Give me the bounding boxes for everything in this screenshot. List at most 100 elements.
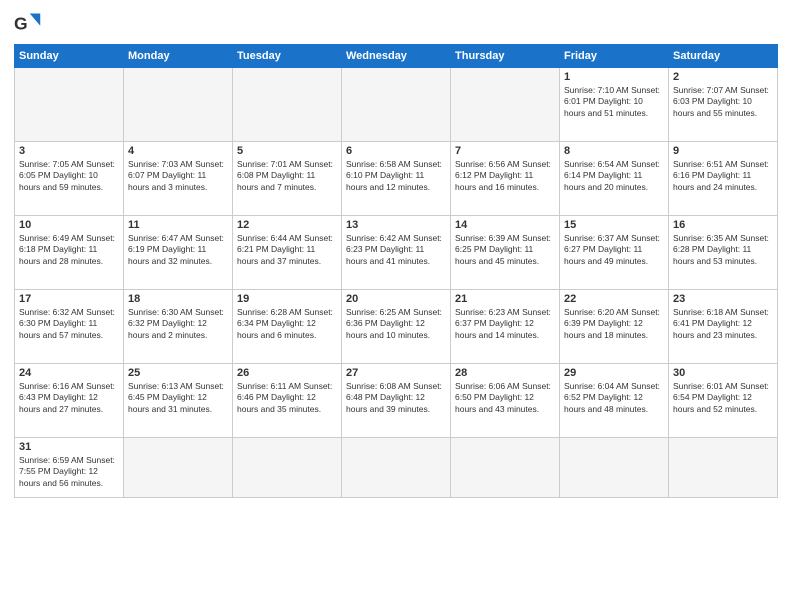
day-number: 7 — [455, 145, 555, 157]
calendar-cell: 3 Sunrise: 7:05 AM Sunset: 6:05 PM Daylig… — [15, 142, 124, 216]
day-number: 3 — [19, 145, 119, 157]
day-info: Sunrise: 6:51 AM Sunset: 6:16 PM Dayligh… — [673, 159, 773, 193]
day-number: 27 — [346, 367, 446, 379]
day-number: 22 — [564, 293, 664, 305]
calendar-cell: 31 Sunrise: 6:59 AM Sunset: 7:55 PM Dayli… — [15, 438, 124, 498]
day-info: Sunrise: 7:01 AM Sunset: 6:08 PM Dayligh… — [237, 159, 337, 193]
day-number: 20 — [346, 293, 446, 305]
day-info: Sunrise: 7:05 AM Sunset: 6:05 PM Dayligh… — [19, 159, 119, 193]
calendar-cell: 25 Sunrise: 6:13 AM Sunset: 6:45 PM Dayli… — [124, 364, 233, 438]
calendar-cell: 30 Sunrise: 6:01 AM Sunset: 6:54 PM Dayli… — [669, 364, 778, 438]
day-info: Sunrise: 6:37 AM Sunset: 6:27 PM Dayligh… — [564, 233, 664, 267]
col-header-friday: Friday — [560, 45, 669, 68]
calendar-cell: 2Sunrise: 7:07 AM Sunset: 6:03 PM Daylig… — [669, 68, 778, 142]
calendar-cell — [451, 438, 560, 498]
day-info: Sunrise: 7:03 AM Sunset: 6:07 PM Dayligh… — [128, 159, 228, 193]
day-info: Sunrise: 6:35 AM Sunset: 6:28 PM Dayligh… — [673, 233, 773, 267]
col-header-thursday: Thursday — [451, 45, 560, 68]
day-info: Sunrise: 6:11 AM Sunset: 6:46 PM Dayligh… — [237, 381, 337, 415]
calendar-cell: 13Sunrise: 6:42 AM Sunset: 6:23 PM Dayli… — [342, 216, 451, 290]
calendar-cell: 26Sunrise: 6:11 AM Sunset: 6:46 PM Dayli… — [233, 364, 342, 438]
day-number: 29 — [564, 367, 664, 379]
calendar-cell: 22Sunrise: 6:20 AM Sunset: 6:39 PM Dayli… — [560, 290, 669, 364]
calendar-header-row: SundayMondayTuesdayWednesdayThursdayFrid… — [15, 45, 778, 68]
day-number: 5 — [237, 145, 337, 157]
calendar-week-row: 17 Sunrise: 6:32 AM Sunset: 6:30 PM Dayli… — [15, 290, 778, 364]
calendar-cell: 6 Sunrise: 6:58 AM Sunset: 6:10 PM Daylig… — [342, 142, 451, 216]
svg-text:G: G — [14, 13, 28, 33]
day-number: 17 — [19, 293, 119, 305]
day-info: Sunrise: 6:44 AM Sunset: 6:21 PM Dayligh… — [237, 233, 337, 267]
logo-icon: G — [14, 10, 42, 38]
col-header-sunday: Sunday — [15, 45, 124, 68]
day-info: Sunrise: 6:06 AM Sunset: 6:50 PM Dayligh… — [455, 381, 555, 415]
day-info: Sunrise: 6:42 AM Sunset: 6:23 PM Dayligh… — [346, 233, 446, 267]
day-info: Sunrise: 6:59 AM Sunset: 7:55 PM Dayligh… — [19, 455, 119, 489]
calendar-cell — [669, 438, 778, 498]
day-number: 30 — [673, 367, 773, 379]
day-number: 1 — [564, 71, 664, 83]
calendar-cell — [233, 438, 342, 498]
day-info: Sunrise: 7:07 AM Sunset: 6:03 PM Dayligh… — [673, 85, 773, 119]
day-number: 14 — [455, 219, 555, 231]
calendar-cell: 14Sunrise: 6:39 AM Sunset: 6:25 PM Dayli… — [451, 216, 560, 290]
day-info: Sunrise: 6:56 AM Sunset: 6:12 PM Dayligh… — [455, 159, 555, 193]
day-number: 16 — [673, 219, 773, 231]
calendar-table: SundayMondayTuesdayWednesdayThursdayFrid… — [14, 44, 778, 498]
logo: G — [14, 10, 46, 38]
day-number: 18 — [128, 293, 228, 305]
col-header-tuesday: Tuesday — [233, 45, 342, 68]
calendar-page: G SundayMondayTuesdayWednesdayThursdayFr… — [0, 0, 792, 612]
day-number: 15 — [564, 219, 664, 231]
calendar-cell — [560, 438, 669, 498]
day-info: Sunrise: 6:30 AM Sunset: 6:32 PM Dayligh… — [128, 307, 228, 341]
day-info: Sunrise: 6:47 AM Sunset: 6:19 PM Dayligh… — [128, 233, 228, 267]
day-number: 4 — [128, 145, 228, 157]
day-number: 9 — [673, 145, 773, 157]
calendar-cell: 9 Sunrise: 6:51 AM Sunset: 6:16 PM Daylig… — [669, 142, 778, 216]
calendar-cell: 4 Sunrise: 7:03 AM Sunset: 6:07 PM Daylig… — [124, 142, 233, 216]
calendar-cell — [124, 68, 233, 142]
calendar-week-row: 24 Sunrise: 6:16 AM Sunset: 6:43 PM Dayli… — [15, 364, 778, 438]
day-number: 24 — [19, 367, 119, 379]
calendar-cell — [15, 68, 124, 142]
calendar-cell — [342, 68, 451, 142]
day-info: Sunrise: 6:18 AM Sunset: 6:41 PM Dayligh… — [673, 307, 773, 341]
calendar-cell: 12 Sunrise: 6:44 AM Sunset: 6:21 PM Dayli… — [233, 216, 342, 290]
calendar-cell: 8 Sunrise: 6:54 AM Sunset: 6:14 PM Daylig… — [560, 142, 669, 216]
calendar-cell: 15 Sunrise: 6:37 AM Sunset: 6:27 PM Dayli… — [560, 216, 669, 290]
day-info: Sunrise: 6:25 AM Sunset: 6:36 PM Dayligh… — [346, 307, 446, 341]
day-number: 11 — [128, 219, 228, 231]
calendar-cell: 1 Sunrise: 7:10 AM Sunset: 6:01 PM Daylig… — [560, 68, 669, 142]
calendar-week-row: 10 Sunrise: 6:49 AM Sunset: 6:18 PM Dayli… — [15, 216, 778, 290]
calendar-week-row: 3 Sunrise: 7:05 AM Sunset: 6:05 PM Daylig… — [15, 142, 778, 216]
calendar-cell: 19Sunrise: 6:28 AM Sunset: 6:34 PM Dayli… — [233, 290, 342, 364]
day-number: 12 — [237, 219, 337, 231]
day-info: Sunrise: 6:01 AM Sunset: 6:54 PM Dayligh… — [673, 381, 773, 415]
day-info: Sunrise: 6:49 AM Sunset: 6:18 PM Dayligh… — [19, 233, 119, 267]
day-info: Sunrise: 6:13 AM Sunset: 6:45 PM Dayligh… — [128, 381, 228, 415]
day-number: 28 — [455, 367, 555, 379]
day-number: 31 — [19, 441, 119, 453]
calendar-cell — [124, 438, 233, 498]
header: G — [14, 10, 778, 38]
calendar-cell: 21Sunrise: 6:23 AM Sunset: 6:37 PM Dayli… — [451, 290, 560, 364]
col-header-monday: Monday — [124, 45, 233, 68]
calendar-cell — [451, 68, 560, 142]
day-info: Sunrise: 7:10 AM Sunset: 6:01 PM Dayligh… — [564, 85, 664, 119]
day-number: 10 — [19, 219, 119, 231]
day-info: Sunrise: 6:32 AM Sunset: 6:30 PM Dayligh… — [19, 307, 119, 341]
calendar-cell — [342, 438, 451, 498]
day-info: Sunrise: 6:58 AM Sunset: 6:10 PM Dayligh… — [346, 159, 446, 193]
calendar-week-row: 1 Sunrise: 7:10 AM Sunset: 6:01 PM Daylig… — [15, 68, 778, 142]
day-info: Sunrise: 6:16 AM Sunset: 6:43 PM Dayligh… — [19, 381, 119, 415]
day-number: 8 — [564, 145, 664, 157]
calendar-cell: 5 Sunrise: 7:01 AM Sunset: 6:08 PM Daylig… — [233, 142, 342, 216]
calendar-cell: 16 Sunrise: 6:35 AM Sunset: 6:28 PM Dayli… — [669, 216, 778, 290]
day-info: Sunrise: 6:54 AM Sunset: 6:14 PM Dayligh… — [564, 159, 664, 193]
calendar-cell: 24 Sunrise: 6:16 AM Sunset: 6:43 PM Dayli… — [15, 364, 124, 438]
day-number: 25 — [128, 367, 228, 379]
day-number: 6 — [346, 145, 446, 157]
day-info: Sunrise: 6:08 AM Sunset: 6:48 PM Dayligh… — [346, 381, 446, 415]
day-number: 19 — [237, 293, 337, 305]
